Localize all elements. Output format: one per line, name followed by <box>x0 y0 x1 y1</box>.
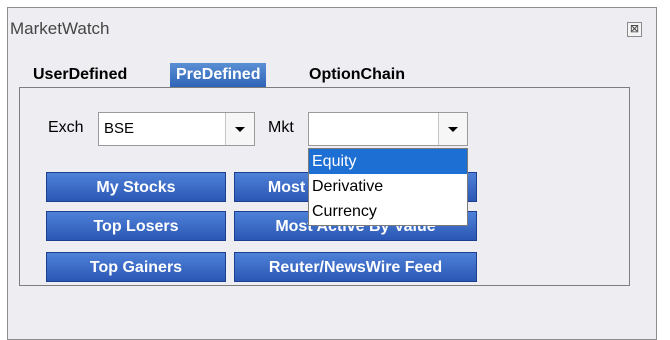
my-stocks-button[interactable]: My Stocks <box>46 172 226 202</box>
tab-userdefined[interactable]: UserDefined <box>33 63 127 87</box>
chevron-down-icon <box>448 127 458 132</box>
tab-optionchain[interactable]: OptionChain <box>309 63 405 87</box>
reuter-newswire-feed-button[interactable]: Reuter/NewsWire Feed <box>234 252 477 282</box>
mkt-label: Mkt <box>268 119 294 136</box>
top-gainers-button[interactable]: Top Gainers <box>46 252 226 282</box>
window-title: MarketWatch <box>10 19 110 38</box>
mkt-dropdown-button[interactable] <box>438 113 467 145</box>
tab-bar: UserDefined PreDefined OptionChain <box>0 63 670 87</box>
exch-dropdown-button[interactable] <box>225 113 254 145</box>
mkt-options-list: Equity Derivative Currency <box>308 148 468 226</box>
top-losers-button[interactable]: Top Losers <box>46 211 226 241</box>
tab-predefined[interactable]: PreDefined <box>170 63 267 87</box>
mkt-option-equity[interactable]: Equity <box>309 149 467 174</box>
mkt-option-derivative[interactable]: Derivative <box>309 174 467 199</box>
mkt-option-currency[interactable]: Currency <box>309 199 467 224</box>
exch-value: BSE <box>104 120 135 137</box>
exch-select[interactable]: BSE <box>98 112 255 146</box>
exch-label: Exch <box>48 119 84 136</box>
mkt-select[interactable] <box>308 112 468 146</box>
close-icon[interactable]: ⊠ <box>627 22 642 37</box>
chevron-down-icon <box>235 127 245 132</box>
